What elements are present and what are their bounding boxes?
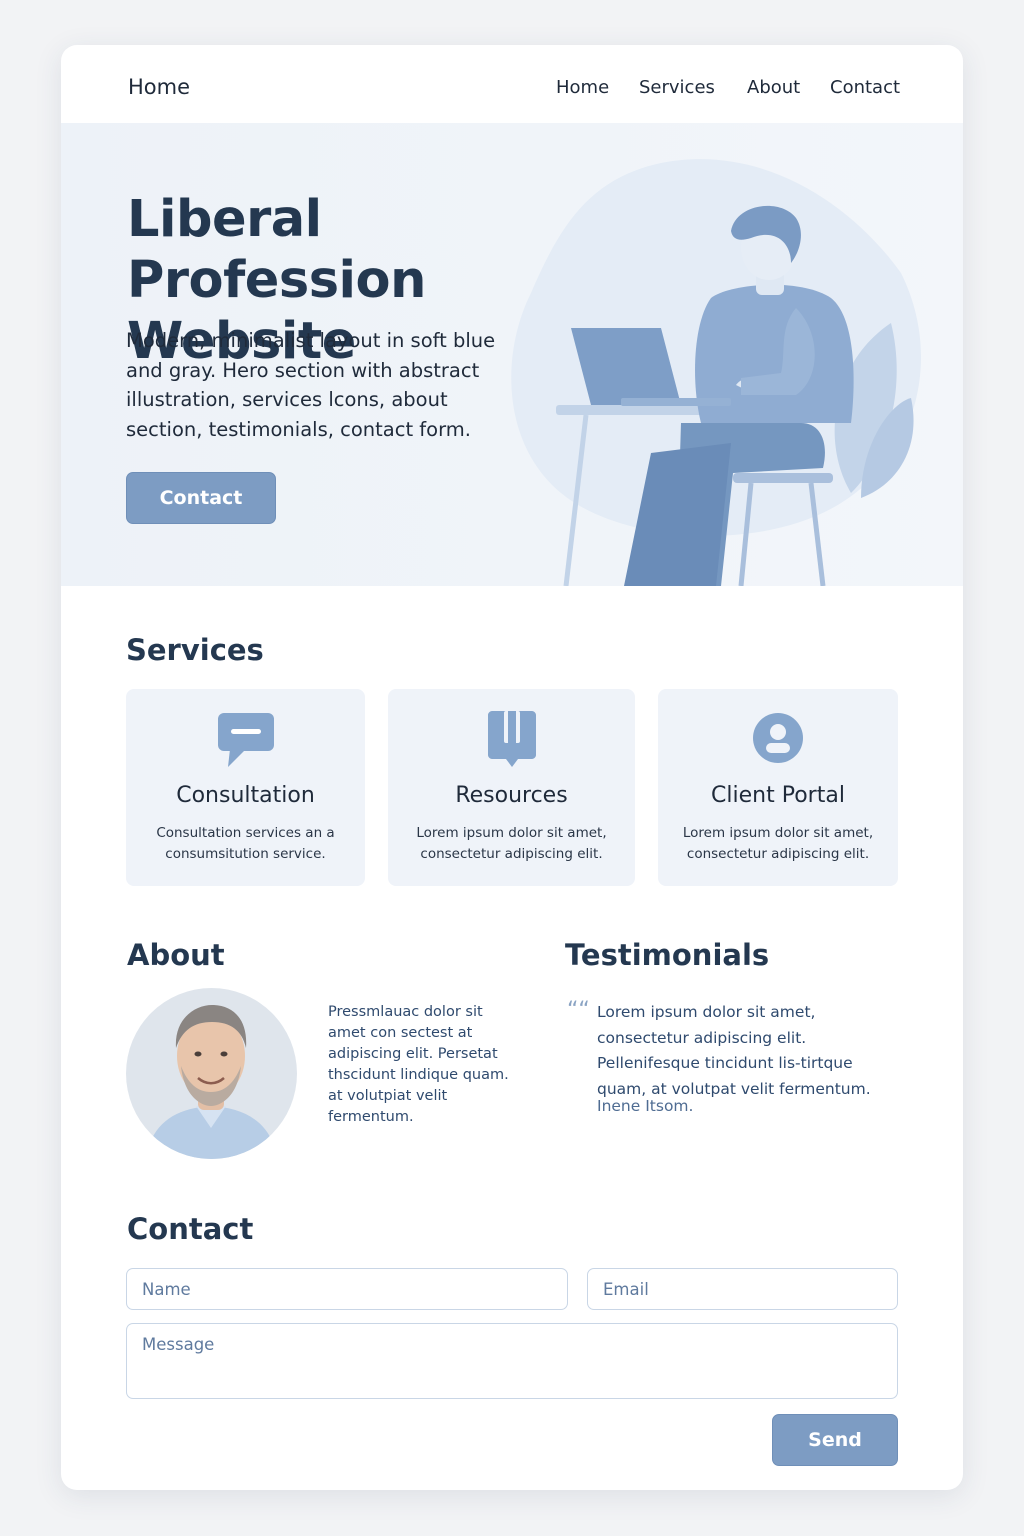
service-card-resources[interactable]: Resources Lorem ipsum dolor sit amet, co…	[388, 689, 635, 886]
page-card: Home Home Services About Contact Liberal…	[61, 45, 963, 1490]
service-title: Resources	[455, 783, 568, 808]
chat-bubble-icon	[216, 711, 276, 775]
testimonial-text: Lorem ipsum dolor sit amet, consectetur …	[597, 1003, 871, 1098]
testimonial-author: Inene Itsom.	[597, 1097, 694, 1115]
about-text: Pressmlauac dolor sit amet con sectest a…	[328, 1004, 509, 1125]
service-card-client-portal[interactable]: Client Portal Lorem ipsum dolor sit amet…	[658, 689, 898, 886]
avatar	[126, 988, 297, 1159]
email-field[interactable]	[587, 1268, 898, 1310]
testimonials-heading: Testimonials	[565, 938, 770, 972]
bookmark-icon	[484, 711, 540, 775]
top-nav: Home Home Services About Contact	[61, 45, 963, 123]
user-circle-icon	[751, 711, 805, 769]
send-button[interactable]: Send	[772, 1414, 898, 1466]
service-card-consultation[interactable]: Consultation Consultation services an a …	[126, 689, 365, 886]
nav-link-home[interactable]: Home	[556, 77, 609, 98]
service-description: Lorem ipsum dolor sit amet, consectetur …	[682, 825, 874, 862]
name-field[interactable]	[126, 1268, 568, 1310]
services-heading: Services	[126, 633, 264, 667]
brand-home-link[interactable]: Home	[128, 75, 190, 99]
hero-description: Modern, minimalist layout in soft blue a…	[126, 329, 496, 441]
contact-heading: Contact	[127, 1212, 254, 1246]
quote-icon: ““	[567, 998, 590, 1023]
nav-link-about[interactable]: About	[747, 77, 800, 98]
service-description: Lorem ipsum dolor sit amet, consectetur …	[416, 825, 607, 862]
hero-contact-button[interactable]: Contact	[126, 472, 276, 524]
hero-section: Liberal Profession Website Modern, minim…	[61, 123, 963, 586]
about-heading: About	[127, 938, 225, 972]
service-title: Consultation	[176, 783, 315, 808]
message-field[interactable]	[126, 1323, 898, 1399]
nav-link-services[interactable]: Services	[639, 77, 715, 98]
service-description: Consultation services an a consumsitutio…	[156, 825, 335, 862]
service-title: Client Portal	[711, 783, 845, 808]
nav-link-contact[interactable]: Contact	[830, 77, 900, 98]
